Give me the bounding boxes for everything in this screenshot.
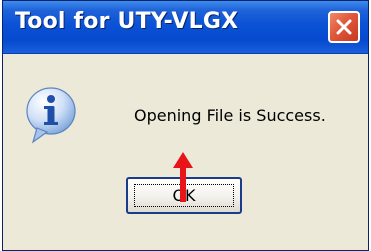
close-button[interactable] — [328, 11, 360, 43]
close-icon — [335, 18, 353, 36]
dialog-message: Opening File is Success. — [134, 106, 326, 125]
window-title: Tool for UTY-VLGX — [15, 9, 239, 34]
red-arrow-icon — [172, 152, 194, 202]
message-dialog: Tool for UTY-VLGX Opening File is Succes… — [2, 0, 369, 251]
info-icon — [25, 86, 77, 144]
title-bar[interactable]: Tool for UTY-VLGX — [3, 1, 368, 54]
